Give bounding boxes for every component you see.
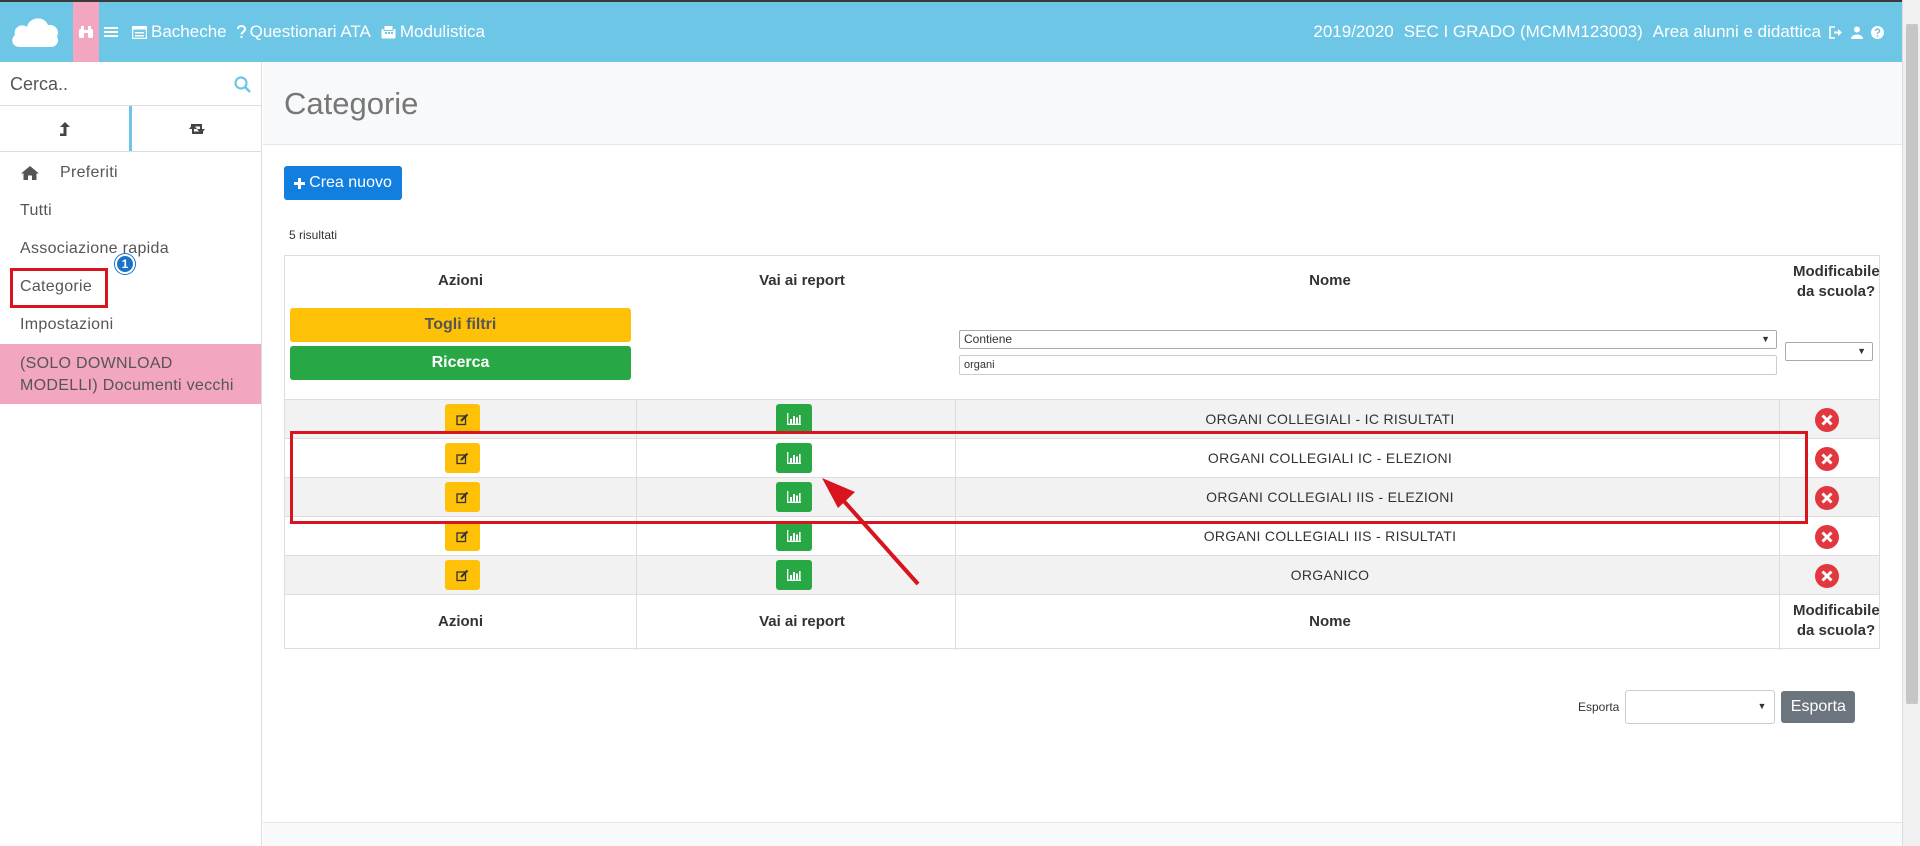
report-button[interactable] [776,560,812,590]
filter-name-input[interactable]: organi [959,355,1777,375]
header-azioni: Azioni [438,272,483,289]
sidebar-item-label: Associazione rapida [20,240,169,257]
nav-questionari-label: Questionari ATA [249,22,371,41]
sidebar-item-documenti-vecchi[interactable]: (SOLO DOWNLOAD MODELLI) Documenti vecchi [0,344,261,404]
bar-chart-icon [787,413,801,425]
nav-modulistica[interactable]: Modulistica [381,22,485,42]
edit-button[interactable] [445,404,480,434]
delete-icon[interactable] [1815,525,1839,549]
top-right-info: 2019/2020 SEC I GRADO (MCMM123003) Area … [1303,2,1884,62]
retweet-icon [188,123,205,134]
reset-filters-button[interactable]: Togli filtri [290,308,631,342]
footer-modificabile: Modificabile da scuola? [1793,602,1880,639]
hamburger-icon [104,27,118,37]
step-badge: 1 [115,254,135,274]
export-controls: Esporta ▼ Esporta [1578,690,1856,724]
top-nav: Bacheche Questionari ATA Modulistica [104,2,495,62]
sidebar-item-impostazioni[interactable]: Impostazioni [0,306,261,344]
binoculars-icon [79,26,93,38]
edit-button[interactable] [445,521,480,551]
cloud-logo-icon[interactable] [8,11,60,51]
annotation-box-rows [290,431,1808,524]
page-header: Categorie [263,62,1902,145]
delete-icon[interactable] [1815,408,1839,432]
bar-chart-icon [787,530,801,542]
home-icon [21,166,39,180]
nav-modulistica-label: Modulistica [399,22,485,41]
nav-bacheche[interactable]: Bacheche [132,22,227,42]
header-modificabile: Modificabile da scuola? [1793,263,1880,300]
edit-icon [456,413,469,425]
sidebar-item-label: Impostazioni [20,316,114,333]
scrollbar-thumb[interactable] [1906,24,1918,704]
sidebar: Preferiti Tutti Associazione rapida Cate… [0,62,262,846]
header-nome: Nome [1309,272,1351,289]
chevron-down-icon: ▼ [1757,701,1767,711]
create-new-button[interactable]: Crea nuovo [284,166,402,200]
annotation-box-categorie [10,268,108,308]
user-icon [1851,26,1863,39]
level-up-icon [59,121,70,136]
plus-icon [294,177,306,189]
filter-mode-select[interactable]: Contiene ▼ [959,330,1777,349]
help-icon [1871,25,1884,39]
board-icon [132,25,147,39]
footer-vai-ai-report: Vai ai report [759,613,845,630]
sidebar-item-preferiti[interactable]: Preferiti [0,154,261,192]
fax-icon [381,25,396,39]
logout-icon [1829,25,1842,39]
modificabile-filter-select[interactable]: ▼ [1785,342,1873,361]
export-label: Esporta [1578,700,1620,714]
sidebar-item-label: Preferiti [60,164,118,181]
tab-retweet[interactable] [132,106,261,151]
delete-icon[interactable] [1815,447,1839,471]
menu-toggle[interactable] [104,26,122,38]
footer-azioni: Azioni [438,613,483,630]
sidebar-item-label: (SOLO DOWNLOAD MODELLI) Documenti vecchi [20,355,234,394]
logout-button[interactable] [1829,25,1843,39]
sidebar-tabs [0,106,261,152]
edit-button[interactable] [445,560,480,590]
delete-icon[interactable] [1815,564,1839,588]
binoculars-button[interactable] [73,2,99,62]
sidebar-item-label: Tutti [20,202,53,219]
table-row: ORGANICO [285,555,1879,595]
table-footer-row: Azioni Vai ai report Nome Modificabile d… [285,594,1880,650]
sidebar-item-tutti[interactable]: Tutti [0,192,261,230]
area-label[interactable]: Area alunni e didattica [1653,22,1821,42]
bar-chart-icon [787,569,801,581]
row-name: ORGANICO [1290,567,1370,583]
help-button[interactable] [1871,25,1884,39]
results-count: 5 risultati [289,228,338,242]
user-button[interactable] [1851,26,1863,39]
footer-nome: Nome [1309,613,1351,630]
vertical-scrollbar[interactable] [1902,0,1920,846]
page-footer-band [263,822,1902,846]
nav-bacheche-label: Bacheche [151,22,227,41]
search-button[interactable]: Ricerca [290,346,631,380]
delete-icon[interactable] [1815,486,1839,510]
report-button[interactable] [776,404,812,434]
question-icon [236,25,246,38]
top-bar: Bacheche Questionari ATA Modulistica 201… [0,0,1902,62]
page-title: Categorie [284,86,419,121]
search-input[interactable] [0,62,261,106]
filter-mode-value: Contiene [964,332,1013,346]
search-icon[interactable] [234,76,251,93]
nav-questionari[interactable]: Questionari ATA [236,22,371,42]
header-vai-ai-report: Vai ai report [759,272,845,289]
edit-icon [456,569,469,581]
tab-upload[interactable] [0,106,132,151]
export-format-select[interactable]: ▼ [1625,690,1776,724]
school-name[interactable]: SEC I GRADO (MCMM123003) [1404,22,1643,42]
create-new-label: Crea nuovo [309,174,392,191]
chevron-down-icon: ▼ [1761,334,1770,344]
report-button[interactable] [776,521,812,551]
export-button[interactable]: Esporta [1781,691,1856,723]
chevron-down-icon: ▼ [1857,346,1866,356]
sidebar-search [0,62,261,106]
school-year[interactable]: 2019/2020 [1313,22,1393,42]
edit-icon [456,530,469,542]
